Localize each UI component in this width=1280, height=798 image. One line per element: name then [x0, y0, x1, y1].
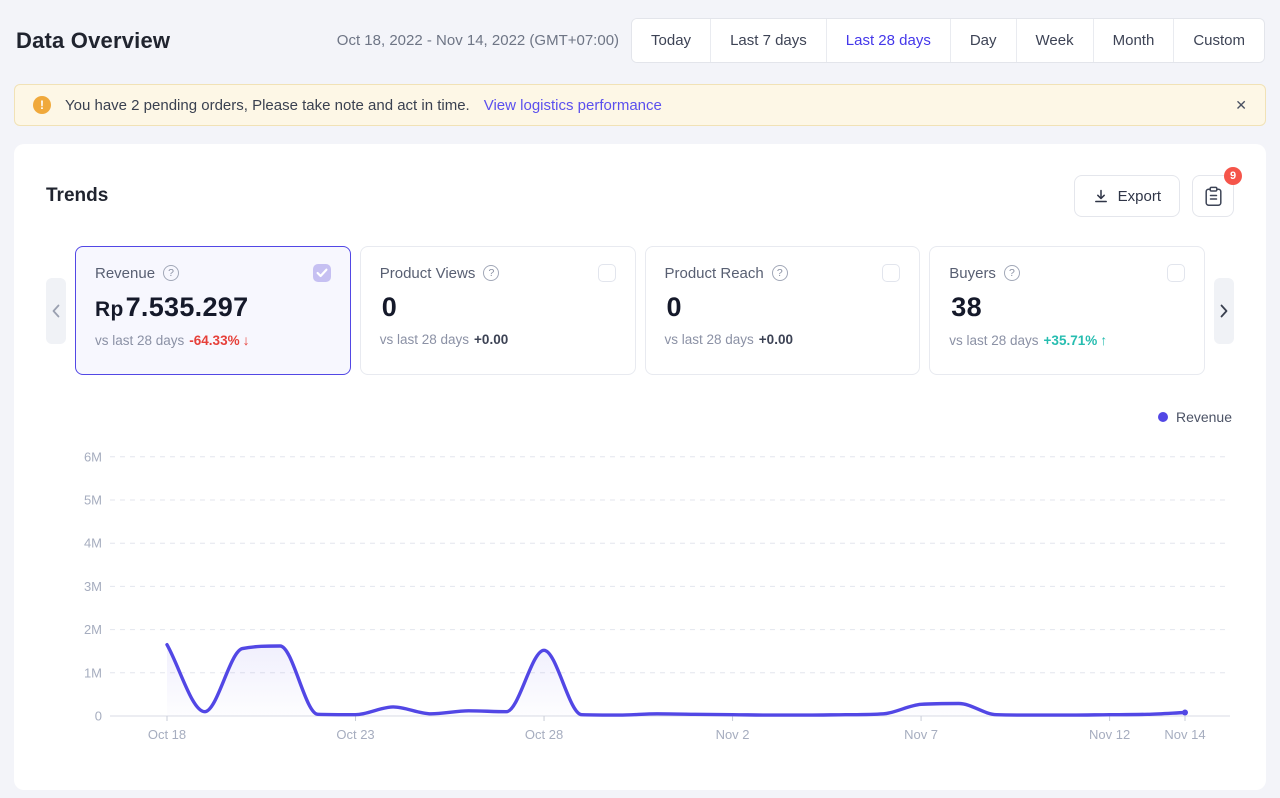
metric-label: Product Views [380, 265, 476, 282]
page-title: Data Overview [16, 28, 170, 54]
download-icon [1093, 188, 1109, 204]
revenue-trend-chart[interactable]: 0 1M 2M 3M 4M 5M 6M Oct 18 Oct 23 Oct 28 Nov 2 Nov … [14, 440, 1266, 745]
tab-custom[interactable]: Custom [1173, 19, 1264, 62]
chevron-right-icon [1220, 304, 1228, 318]
trends-header: Trends Export [14, 144, 1266, 217]
svg-text:5M: 5M [84, 493, 102, 508]
top-bar: Data Overview Oct 18, 2022 - Nov 14, 202… [0, 0, 1280, 63]
tab-week[interactable]: Week [1016, 19, 1093, 62]
trends-actions: Export 9 [1074, 175, 1234, 217]
svg-text:Nov 14: Nov 14 [1164, 727, 1205, 740]
svg-text:Nov 2: Nov 2 [716, 727, 750, 740]
metric-checkbox[interactable] [598, 264, 616, 282]
clipboard-icon [1204, 186, 1223, 207]
metric-label: Revenue [95, 265, 155, 282]
trend-arrow-icon: ↑ [1100, 332, 1107, 348]
trend-arrow-icon: ↓ [243, 332, 250, 348]
carousel-next-button[interactable] [1214, 278, 1234, 344]
metric-checkbox[interactable] [882, 264, 900, 282]
metric-change: +35.71%↑ [1044, 332, 1108, 348]
export-button-label: Export [1118, 188, 1161, 205]
svg-text:Oct 23: Oct 23 [336, 727, 374, 740]
svg-text:1M: 1M [84, 665, 102, 680]
metric-card-revenue[interactable]: Revenue ? Rp7.535.297 vs last 28 days -6… [75, 246, 351, 375]
logistics-performance-link[interactable]: View logistics performance [484, 97, 662, 114]
help-icon[interactable]: ? [1004, 265, 1020, 281]
tab-last-28-days[interactable]: Last 28 days [826, 19, 950, 62]
banner-close-icon[interactable]: ✕ [1235, 98, 1247, 112]
metric-value: Rp7.535.297 [95, 292, 331, 323]
svg-text:Oct 18: Oct 18 [148, 727, 186, 740]
metric-change: +0.00 [759, 332, 796, 347]
warning-icon: ! [33, 96, 51, 114]
help-icon[interactable]: ? [483, 265, 499, 281]
metric-label: Product Reach [665, 265, 764, 282]
metric-compare: vs last 28 days +35.71%↑ [949, 332, 1185, 348]
svg-text:0: 0 [95, 709, 102, 724]
svg-text:6M: 6M [84, 449, 102, 464]
legend-label: Revenue [1176, 409, 1232, 425]
help-icon[interactable]: ? [163, 265, 179, 281]
pending-orders-banner: ! You have 2 pending orders, Please take… [14, 84, 1266, 126]
tab-today[interactable]: Today [632, 19, 710, 62]
chevron-left-icon [52, 304, 60, 318]
trends-title: Trends [46, 185, 108, 207]
metric-change: -64.33%↓ [189, 332, 249, 348]
metrics-carousel: Revenue ? Rp7.535.297 vs last 28 days -6… [14, 246, 1266, 375]
svg-text:3M: 3M [84, 579, 102, 594]
metric-value: 38 [949, 292, 1185, 323]
metric-value: 0 [380, 292, 616, 323]
trends-section: Trends Export [14, 144, 1266, 790]
tab-day[interactable]: Day [950, 19, 1016, 62]
clipboard-button[interactable]: 9 [1192, 175, 1234, 217]
help-icon[interactable]: ? [772, 265, 788, 281]
metric-checkbox[interactable] [313, 264, 331, 282]
metric-value: 0 [665, 292, 901, 323]
metric-card-product-reach[interactable]: Product Reach ? 0 vs last 28 days +0.00 [645, 246, 921, 375]
metric-checkbox[interactable] [1167, 264, 1185, 282]
metric-compare: vs last 28 days +0.00 [665, 332, 901, 347]
metric-compare: vs last 28 days +0.00 [380, 332, 616, 347]
metric-card-product-views[interactable]: Product Views ? 0 vs last 28 days +0.00 [360, 246, 636, 375]
date-range-label: Oct 18, 2022 - Nov 14, 2022 (GMT+07:00) [337, 32, 619, 49]
data-overview-page: Data Overview Oct 18, 2022 - Nov 14, 202… [0, 0, 1280, 798]
carousel-prev-button[interactable] [46, 278, 66, 344]
svg-text:Nov 7: Nov 7 [904, 727, 938, 740]
export-button[interactable]: Export [1074, 175, 1180, 217]
tab-last-7-days[interactable]: Last 7 days [710, 19, 826, 62]
svg-text:2M: 2M [84, 622, 102, 637]
banner-text: You have 2 pending orders, Please take n… [65, 97, 470, 114]
legend-dot [1158, 412, 1168, 422]
tab-month[interactable]: Month [1093, 19, 1174, 62]
svg-text:Oct 28: Oct 28 [525, 727, 563, 740]
revenue-legend: Revenue [14, 409, 1232, 425]
metric-change: +0.00 [474, 332, 511, 347]
metric-label: Buyers [949, 265, 996, 282]
metric-compare: vs last 28 days -64.33%↓ [95, 332, 331, 348]
svg-text:4M: 4M [84, 536, 102, 551]
notification-badge: 9 [1224, 167, 1242, 185]
svg-text:Nov 12: Nov 12 [1089, 727, 1130, 740]
date-range-tabs: Today Last 7 days Last 28 days Day Week … [631, 18, 1265, 63]
metric-card-buyers[interactable]: Buyers ? 38 vs last 28 days +35.71%↑ [929, 246, 1205, 375]
